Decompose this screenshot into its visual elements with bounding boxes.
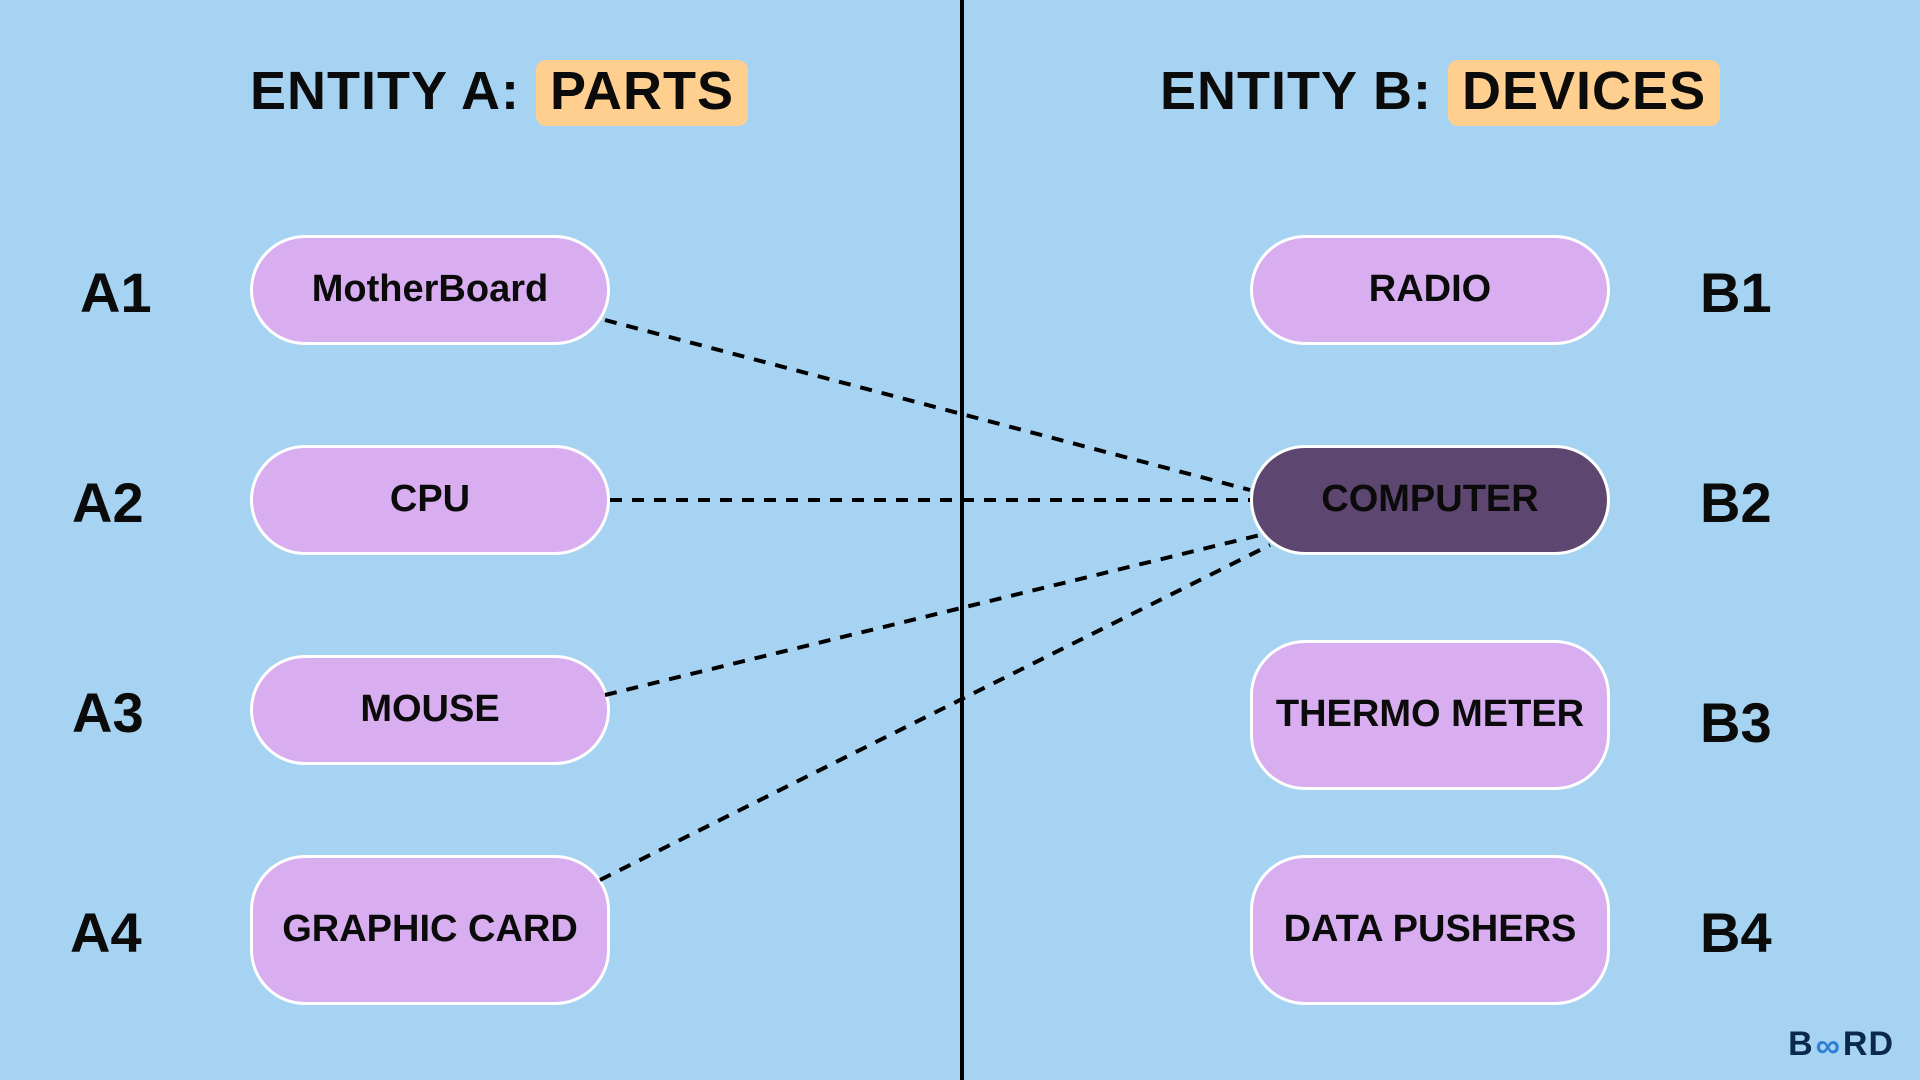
pill-b3-label: THERMO METER bbox=[1276, 694, 1584, 736]
pill-b1-label: RADIO bbox=[1369, 269, 1491, 311]
pill-b4: DATA PUSHERS bbox=[1250, 855, 1610, 1005]
entity-b-title: ENTITY B: DEVICES bbox=[1160, 60, 1720, 126]
pill-b1: RADIO bbox=[1250, 235, 1610, 345]
infinity-icon: ∞ bbox=[1816, 1027, 1841, 1066]
entity-a-title-highlight: PARTS bbox=[536, 60, 748, 126]
pill-b2: COMPUTER bbox=[1250, 445, 1610, 555]
brand-logo: B∞RD bbox=[1788, 1025, 1894, 1064]
brand-pre: B bbox=[1788, 1025, 1814, 1064]
pill-a2: CPU bbox=[250, 445, 610, 555]
label-a1: A1 bbox=[80, 260, 152, 325]
label-a2: A2 bbox=[72, 470, 144, 535]
entity-b-title-highlight: DEVICES bbox=[1448, 60, 1720, 126]
vertical-divider bbox=[960, 0, 964, 1080]
label-b3: B3 bbox=[1700, 690, 1772, 755]
pill-a4: GRAPHIC CARD bbox=[250, 855, 610, 1005]
pill-b4-label: DATA PUSHERS bbox=[1284, 909, 1577, 951]
entity-b-title-prefix: ENTITY B: bbox=[1160, 61, 1448, 121]
brand-post: RD bbox=[1843, 1025, 1894, 1064]
pill-a1-label: MotherBoard bbox=[312, 269, 548, 311]
label-a3: A3 bbox=[72, 680, 144, 745]
label-b1: B1 bbox=[1700, 260, 1772, 325]
label-b2: B2 bbox=[1700, 470, 1772, 535]
pill-b2-label: COMPUTER bbox=[1321, 479, 1538, 521]
pill-b3: THERMO METER bbox=[1250, 640, 1610, 790]
entity-a-title-prefix: ENTITY A: bbox=[250, 61, 536, 121]
entity-a-title: ENTITY A: PARTS bbox=[250, 60, 748, 126]
diagram-stage: ENTITY A: PARTS ENTITY B: DEVICES Mother… bbox=[0, 0, 1920, 1080]
label-a4: A4 bbox=[70, 900, 142, 965]
pill-a3: MOUSE bbox=[250, 655, 610, 765]
pill-a4-label: GRAPHIC CARD bbox=[282, 909, 578, 951]
pill-a2-label: CPU bbox=[390, 479, 470, 521]
pill-a1: MotherBoard bbox=[250, 235, 610, 345]
label-b4: B4 bbox=[1700, 900, 1772, 965]
pill-a3-label: MOUSE bbox=[360, 689, 499, 731]
